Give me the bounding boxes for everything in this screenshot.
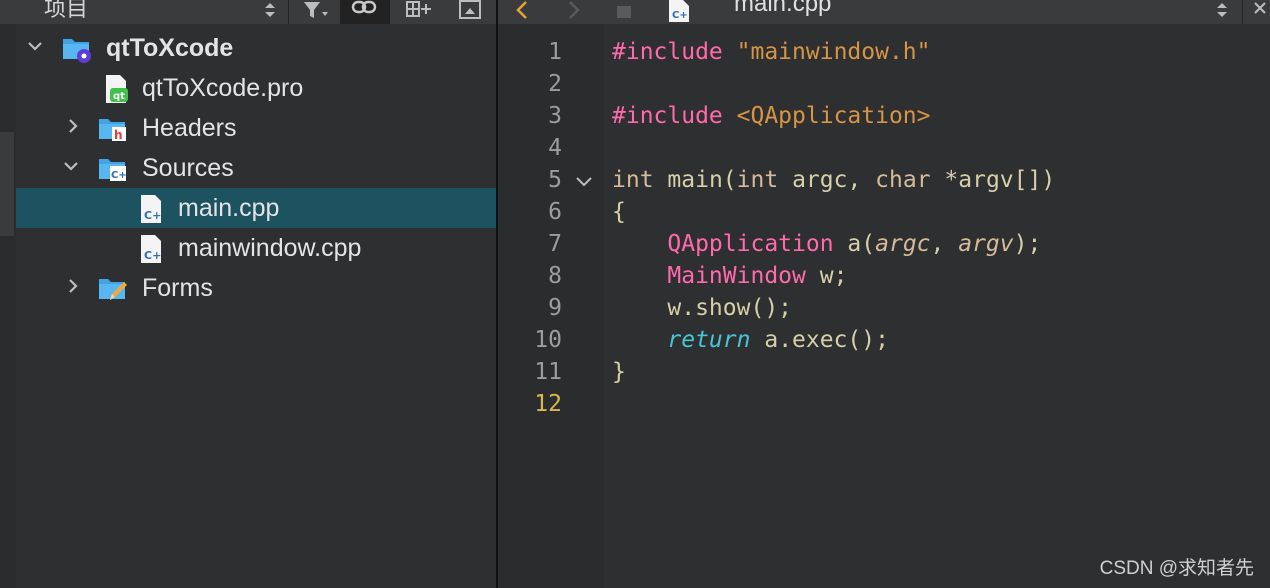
identifier-token: w.show(); <box>667 295 793 321</box>
close-icon[interactable] <box>1252 0 1268 24</box>
code-line: #include "mainwindow.h" <box>612 36 931 68</box>
cpp-file-icon: C+ <box>138 194 166 223</box>
editor-toolbar: C+ main.cpp <box>498 0 1270 24</box>
fold-chevron-icon[interactable] <box>574 174 594 190</box>
tree-item-mainwindow-cpp[interactable]: C+ mainwindow.cpp <box>16 228 496 268</box>
pane-title: 项目 <box>44 0 89 21</box>
forms-folder-icon <box>98 274 127 302</box>
project-pane-toolbar: 项目 <box>0 0 496 24</box>
param-token: argv <box>958 231 1014 257</box>
tree-item-main-cpp[interactable]: C+ main.cpp <box>16 188 496 228</box>
tree-item-label: Headers <box>142 114 237 142</box>
keyword-token: int <box>612 167 654 193</box>
left-edge-bar <box>0 24 16 588</box>
identifier-token: a( <box>847 231 876 257</box>
param-token: *argv[]) <box>944 167 1056 193</box>
line-number: 7 <box>548 231 562 257</box>
class-token: QApplication <box>667 231 834 257</box>
punct-token: , <box>930 231 945 257</box>
svg-text:C+: C+ <box>144 209 161 222</box>
editor-tab-label[interactable]: main.cpp <box>734 0 831 18</box>
tree-item-label: Forms <box>142 274 213 302</box>
code-line: { <box>612 196 626 228</box>
cpp-file-icon: C+ <box>138 234 166 263</box>
code-line: QApplication a(argc, argv); <box>612 228 1041 260</box>
line-number: 8 <box>548 263 562 289</box>
lock-icon <box>614 0 634 24</box>
line-number: 1 <box>548 39 562 65</box>
chevron-right-icon[interactable] <box>66 119 80 133</box>
project-pane: 项目 qtToXcode qt qtToXcode.pro h Headers … <box>0 0 496 588</box>
svg-text:C+: C+ <box>144 249 161 262</box>
line-number: 3 <box>548 103 562 129</box>
function-token: main( <box>667 167 737 193</box>
brace-token: { <box>612 199 626 225</box>
code-line: return a.exec(); <box>612 324 889 356</box>
view-selector-icon[interactable] <box>262 0 278 24</box>
line-number-current: 12 <box>534 391 562 417</box>
tree-item-pro-file[interactable]: qt qtToXcode.pro <box>16 68 496 108</box>
svg-text:C+: C+ <box>111 170 127 181</box>
tree-item-label: main.cpp <box>178 194 280 222</box>
svg-text:qt: qt <box>113 91 125 102</box>
line-number: 2 <box>548 71 562 97</box>
punct-token: ); <box>1013 231 1042 257</box>
code-line: w.show(); <box>612 292 792 324</box>
watermark: CSDN @求知者先 <box>1099 558 1254 579</box>
line-number: 4 <box>548 135 562 161</box>
string-token: "mainwindow.h" <box>736 39 931 65</box>
link-sync-icon[interactable] <box>340 0 390 24</box>
code-line: MainWindow w; <box>612 260 847 292</box>
forward-icon[interactable] <box>564 0 584 24</box>
tree-item-label: qtToXcode <box>106 34 234 62</box>
close-pane-icon[interactable] <box>456 0 484 24</box>
line-number: 9 <box>548 295 562 321</box>
project-folder-icon <box>62 34 91 63</box>
svg-text:h: h <box>114 128 123 142</box>
identifier-token: a.exec(); <box>764 327 889 353</box>
identifier-token: w; <box>819 263 848 289</box>
keyword-token: return <box>667 327 751 353</box>
param-token: argc, <box>792 167 862 193</box>
tree-item-label: qtToXcode.pro <box>142 74 304 102</box>
brace-token: } <box>612 359 626 385</box>
chevron-right-icon[interactable] <box>66 279 80 293</box>
tree-item-forms[interactable]: Forms <box>16 268 496 308</box>
back-icon[interactable] <box>512 0 532 24</box>
sources-folder-icon: C+ <box>98 154 127 182</box>
code-line: int main(int argc, char *argv[]) <box>612 164 1055 196</box>
preprocessor-token: #include <box>612 103 723 129</box>
edge-scroll-marker <box>0 132 14 236</box>
tree-item-label: Sources <box>142 154 234 182</box>
svg-text:C+: C+ <box>672 10 688 21</box>
param-token: argc <box>875 231 931 257</box>
preprocessor-token: #include <box>612 39 723 65</box>
tree-item-label: mainwindow.cpp <box>178 234 362 262</box>
qt-file-icon: qt <box>102 74 130 103</box>
code-line: } <box>612 356 626 388</box>
chevron-down-icon[interactable] <box>28 39 42 53</box>
keyword-token: char <box>875 167 931 193</box>
line-number: 11 <box>534 359 562 385</box>
keyword-token: int <box>736 167 779 193</box>
tree-item-headers[interactable]: h Headers <box>16 108 496 148</box>
line-number: 5 <box>548 167 562 193</box>
tree-item-sources[interactable]: C+ Sources <box>16 148 496 188</box>
class-token: MainWindow <box>667 263 806 289</box>
filter-icon[interactable] <box>300 0 330 24</box>
tree-item-project[interactable]: qtToXcode <box>16 28 496 68</box>
chevron-down-icon[interactable] <box>64 159 78 173</box>
headers-folder-icon: h <box>98 114 126 142</box>
line-number: 10 <box>534 327 562 353</box>
cpp-file-icon: C+ <box>666 0 694 24</box>
split-icon[interactable] <box>404 0 436 24</box>
line-number: 6 <box>548 199 562 225</box>
code-line: #include <QApplication> <box>612 100 931 132</box>
document-dropdown-icon[interactable] <box>1214 0 1230 24</box>
string-token: <QApplication> <box>736 103 931 129</box>
